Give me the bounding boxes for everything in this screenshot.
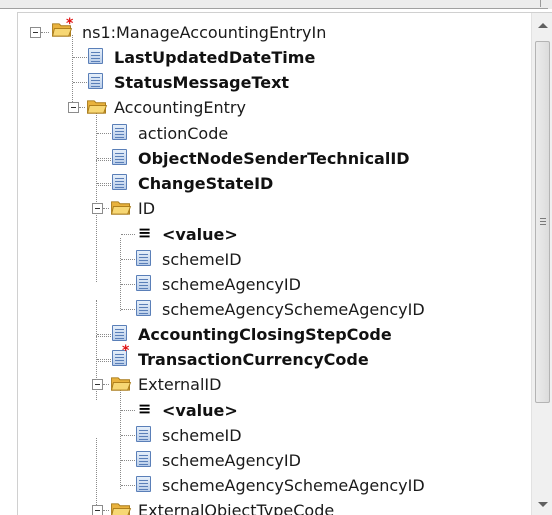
tree-node-label: ObjectNodeSenderTechnicalID [138,149,410,168]
element-doc-icon [136,476,151,492]
tree-node-label: actionCode [138,124,229,143]
element-doc-icon [112,149,127,165]
tree-node[interactable]: AccountingClosingStepCode [18,322,531,347]
element-doc-icon [112,174,127,190]
element-doc-icon [136,275,151,291]
tree-node-label: schemeAgencyID [162,451,301,470]
collapse-toggle[interactable] [92,379,103,390]
tree-node[interactable]: StatusMessageText [18,70,531,95]
tree-node[interactable]: schemeAgencySchemeAgencyID [18,297,531,322]
tree-node-label: schemeAgencyID [162,275,301,294]
tree-node-label: ID [138,199,156,218]
collapse-toggle[interactable] [92,203,103,214]
text-value-icon: ≡ [138,399,152,418]
element-doc-icon [88,73,103,89]
tree-node-label: schemeID [162,426,242,445]
folder-icon [110,201,132,215]
tree-node-label: StatusMessageText [114,73,290,92]
element-doc-icon [136,426,151,442]
folder-icon [111,503,132,515]
tree-node-label: TransactionCurrencyCode [138,350,369,369]
tree-node[interactable]: ExternalObjectTypeCode [18,498,531,515]
tree-node-label: <value> [162,225,238,244]
tree-node[interactable]: * TransactionCurrencyCode [18,343,531,372]
collapse-toggle[interactable] [68,102,79,113]
tree-node-label: ChangeStateID [138,174,274,193]
vertical-scrollbar[interactable] [531,13,552,515]
required-star-icon: * [122,343,130,359]
element-doc-icon [136,300,151,316]
tree-node-label: AccountingClosingStepCode [138,325,392,344]
tree-node-label: schemeID [162,250,242,269]
scrollbar-thumb[interactable] [535,41,550,403]
element-doc-icon [112,124,127,140]
tree-node[interactable]: actionCode [18,121,531,146]
tree-node-label: ExternalID [138,375,222,394]
xml-tree: * ns1:ManageAccountingEntryIn LastUpdate… [18,13,531,515]
folder-icon [86,100,108,114]
tree-node[interactable]: ChangeStateID [18,171,531,196]
tree-node[interactable]: schemeID [18,247,531,272]
element-doc-icon [88,48,103,64]
tree-root-label: ns1:ManageAccountingEntryIn [82,23,327,42]
collapse-toggle[interactable] [30,27,41,38]
tree-node[interactable]: AccountingEntry [18,95,531,120]
tree-node-label: schemeAgencySchemeAgencyID [162,300,425,319]
text-value-icon: ≡ [138,223,152,242]
scroll-down-arrow-icon[interactable] [538,502,548,507]
tree-node-label: schemeAgencySchemeAgencyID [162,476,425,495]
tree-node[interactable]: LastUpdatedDateTime [18,45,531,70]
tree-node[interactable]: schemeAgencySchemeAgencyID [18,473,531,498]
xml-structure-panel: * ns1:ManageAccountingEntryIn LastUpdate… [17,12,552,515]
tree-node[interactable]: schemeAgencyID [18,272,531,297]
tree-node[interactable]: ID [18,196,531,221]
tree-node[interactable]: ExternalID [18,372,531,397]
tree-node-label: AccountingEntry [114,98,246,117]
element-doc-icon [112,325,127,341]
top-edge [0,0,552,9]
tree-node[interactable]: schemeAgencyID [18,448,531,473]
required-star-icon: * [66,16,74,32]
element-doc-icon [136,250,151,266]
tree-node[interactable]: schemeID [18,423,531,448]
folder-icon [110,377,132,391]
element-doc-icon [136,451,151,467]
tree-root-node[interactable]: * ns1:ManageAccountingEntryIn [18,16,531,45]
tree-node-label: <value> [162,401,238,420]
tree-node[interactable]: ≡ <value> [18,398,531,423]
tree-node-label: ExternalObjectTypeCode [138,501,335,515]
tree-node[interactable]: ObjectNodeSenderTechnicalID [18,146,531,171]
tree-node[interactable]: ≡ <value> [18,222,531,247]
scroll-up-arrow-icon[interactable] [538,23,548,28]
tree-node-label: LastUpdatedDateTime [114,48,316,67]
